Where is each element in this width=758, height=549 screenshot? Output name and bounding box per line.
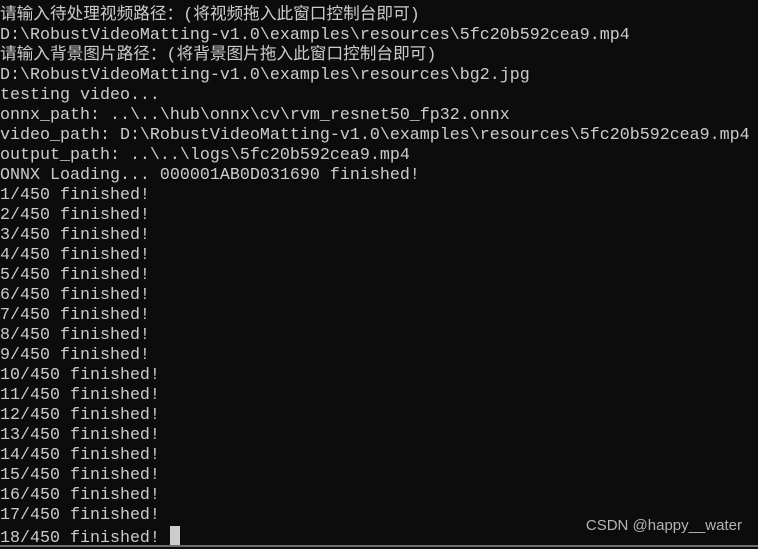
console-line: 5/450 finished! xyxy=(0,266,750,286)
text-cursor xyxy=(169,526,180,545)
console-line-text: ONNX Loading... 000001AB0D031690 finishe… xyxy=(0,166,420,185)
console-line: 9/450 finished! xyxy=(0,346,750,366)
console-line-text: 4/450 finished! xyxy=(0,246,150,265)
console-line-text: 10/450 finished! xyxy=(0,366,160,385)
console-line: video_path: D:\RobustVideoMatting-v1.0\e… xyxy=(0,126,750,146)
console-line-text: 7/450 finished! xyxy=(0,306,150,325)
console-line: 14/450 finished! xyxy=(0,446,750,466)
console-line: 1/450 finished! xyxy=(0,186,750,206)
console-line-text: 14/450 finished! xyxy=(0,446,160,465)
console-line-text: 9/450 finished! xyxy=(0,346,150,365)
console-line-text: 13/450 finished! xyxy=(0,426,160,445)
console-line-text: 11/450 finished! xyxy=(0,386,160,405)
console-line: onnx_path: ..\..\hub\onnx\cv\rvm_resnet5… xyxy=(0,106,750,126)
console-line: 12/450 finished! xyxy=(0,406,750,426)
console-line: 13/450 finished! xyxy=(0,426,750,446)
console-line-text: D:\RobustVideoMatting-v1.0\examples\reso… xyxy=(0,26,630,45)
console-line: 16/450 finished! xyxy=(0,486,750,506)
console-line-text: output_path: ..\..\logs\5fc20b592cea9.mp… xyxy=(0,146,410,165)
console-line-text: 请输入待处理视频路径：(将视频拖入此窗口控制台即可) xyxy=(0,6,420,25)
console-line: 7/450 finished! xyxy=(0,306,750,326)
watermark: CSDN @happy__water xyxy=(585,517,742,534)
console-line-text: 2/450 finished! xyxy=(0,206,150,225)
console-line-text: D:\RobustVideoMatting-v1.0\examples\reso… xyxy=(0,66,530,85)
console-line-text: 1/450 finished! xyxy=(0,186,150,205)
console-line: D:\RobustVideoMatting-v1.0\examples\reso… xyxy=(0,66,750,86)
console-line: 15/450 finished! xyxy=(0,466,750,486)
console-line-text: video_path: D:\RobustVideoMatting-v1.0\e… xyxy=(0,126,750,145)
console-line: 4/450 finished! xyxy=(0,246,750,266)
console-line-text: testing video... xyxy=(0,86,160,105)
console-line: 2/450 finished! xyxy=(0,206,750,226)
console-line: ONNX Loading... 000001AB0D031690 finishe… xyxy=(0,166,750,186)
console-line-text: 16/450 finished! xyxy=(0,486,160,505)
console-line-text: 17/450 finished! xyxy=(0,506,160,525)
console-line: 11/450 finished! xyxy=(0,386,750,406)
console-line: 8/450 finished! xyxy=(0,326,750,346)
console-line-text: 5/450 finished! xyxy=(0,266,150,285)
console-line-text: 12/450 finished! xyxy=(0,406,160,425)
console-line: 请输入待处理视频路径：(将视频拖入此窗口控制台即可) xyxy=(0,6,750,26)
console-line: testing video... xyxy=(0,86,750,106)
console-line: 3/450 finished! xyxy=(0,226,750,246)
console-line-text: 3/450 finished! xyxy=(0,226,150,245)
console-line: output_path: ..\..\logs\5fc20b592cea9.mp… xyxy=(0,146,750,166)
console-line-text: 15/450 finished! xyxy=(0,466,160,485)
console-line: 请输入背景图片路径：(将背景图片拖入此窗口控制台即可) xyxy=(0,46,750,66)
console-line-text: onnx_path: ..\..\hub\onnx\cv\rvm_resnet5… xyxy=(0,106,510,125)
console-line: 10/450 finished! xyxy=(0,366,750,386)
console-line-text: 请输入背景图片路径：(将背景图片拖入此窗口控制台即可) xyxy=(0,46,437,65)
console-line: D:\RobustVideoMatting-v1.0\examples\reso… xyxy=(0,26,750,46)
console-line: 6/450 finished! xyxy=(0,286,750,306)
console-line-text: 8/450 finished! xyxy=(0,326,150,345)
console-line-text: 6/450 finished! xyxy=(0,286,150,305)
console-output[interactable]: 请输入待处理视频路径：(将视频拖入此窗口控制台即可) D:\RobustVideo… xyxy=(0,6,750,548)
